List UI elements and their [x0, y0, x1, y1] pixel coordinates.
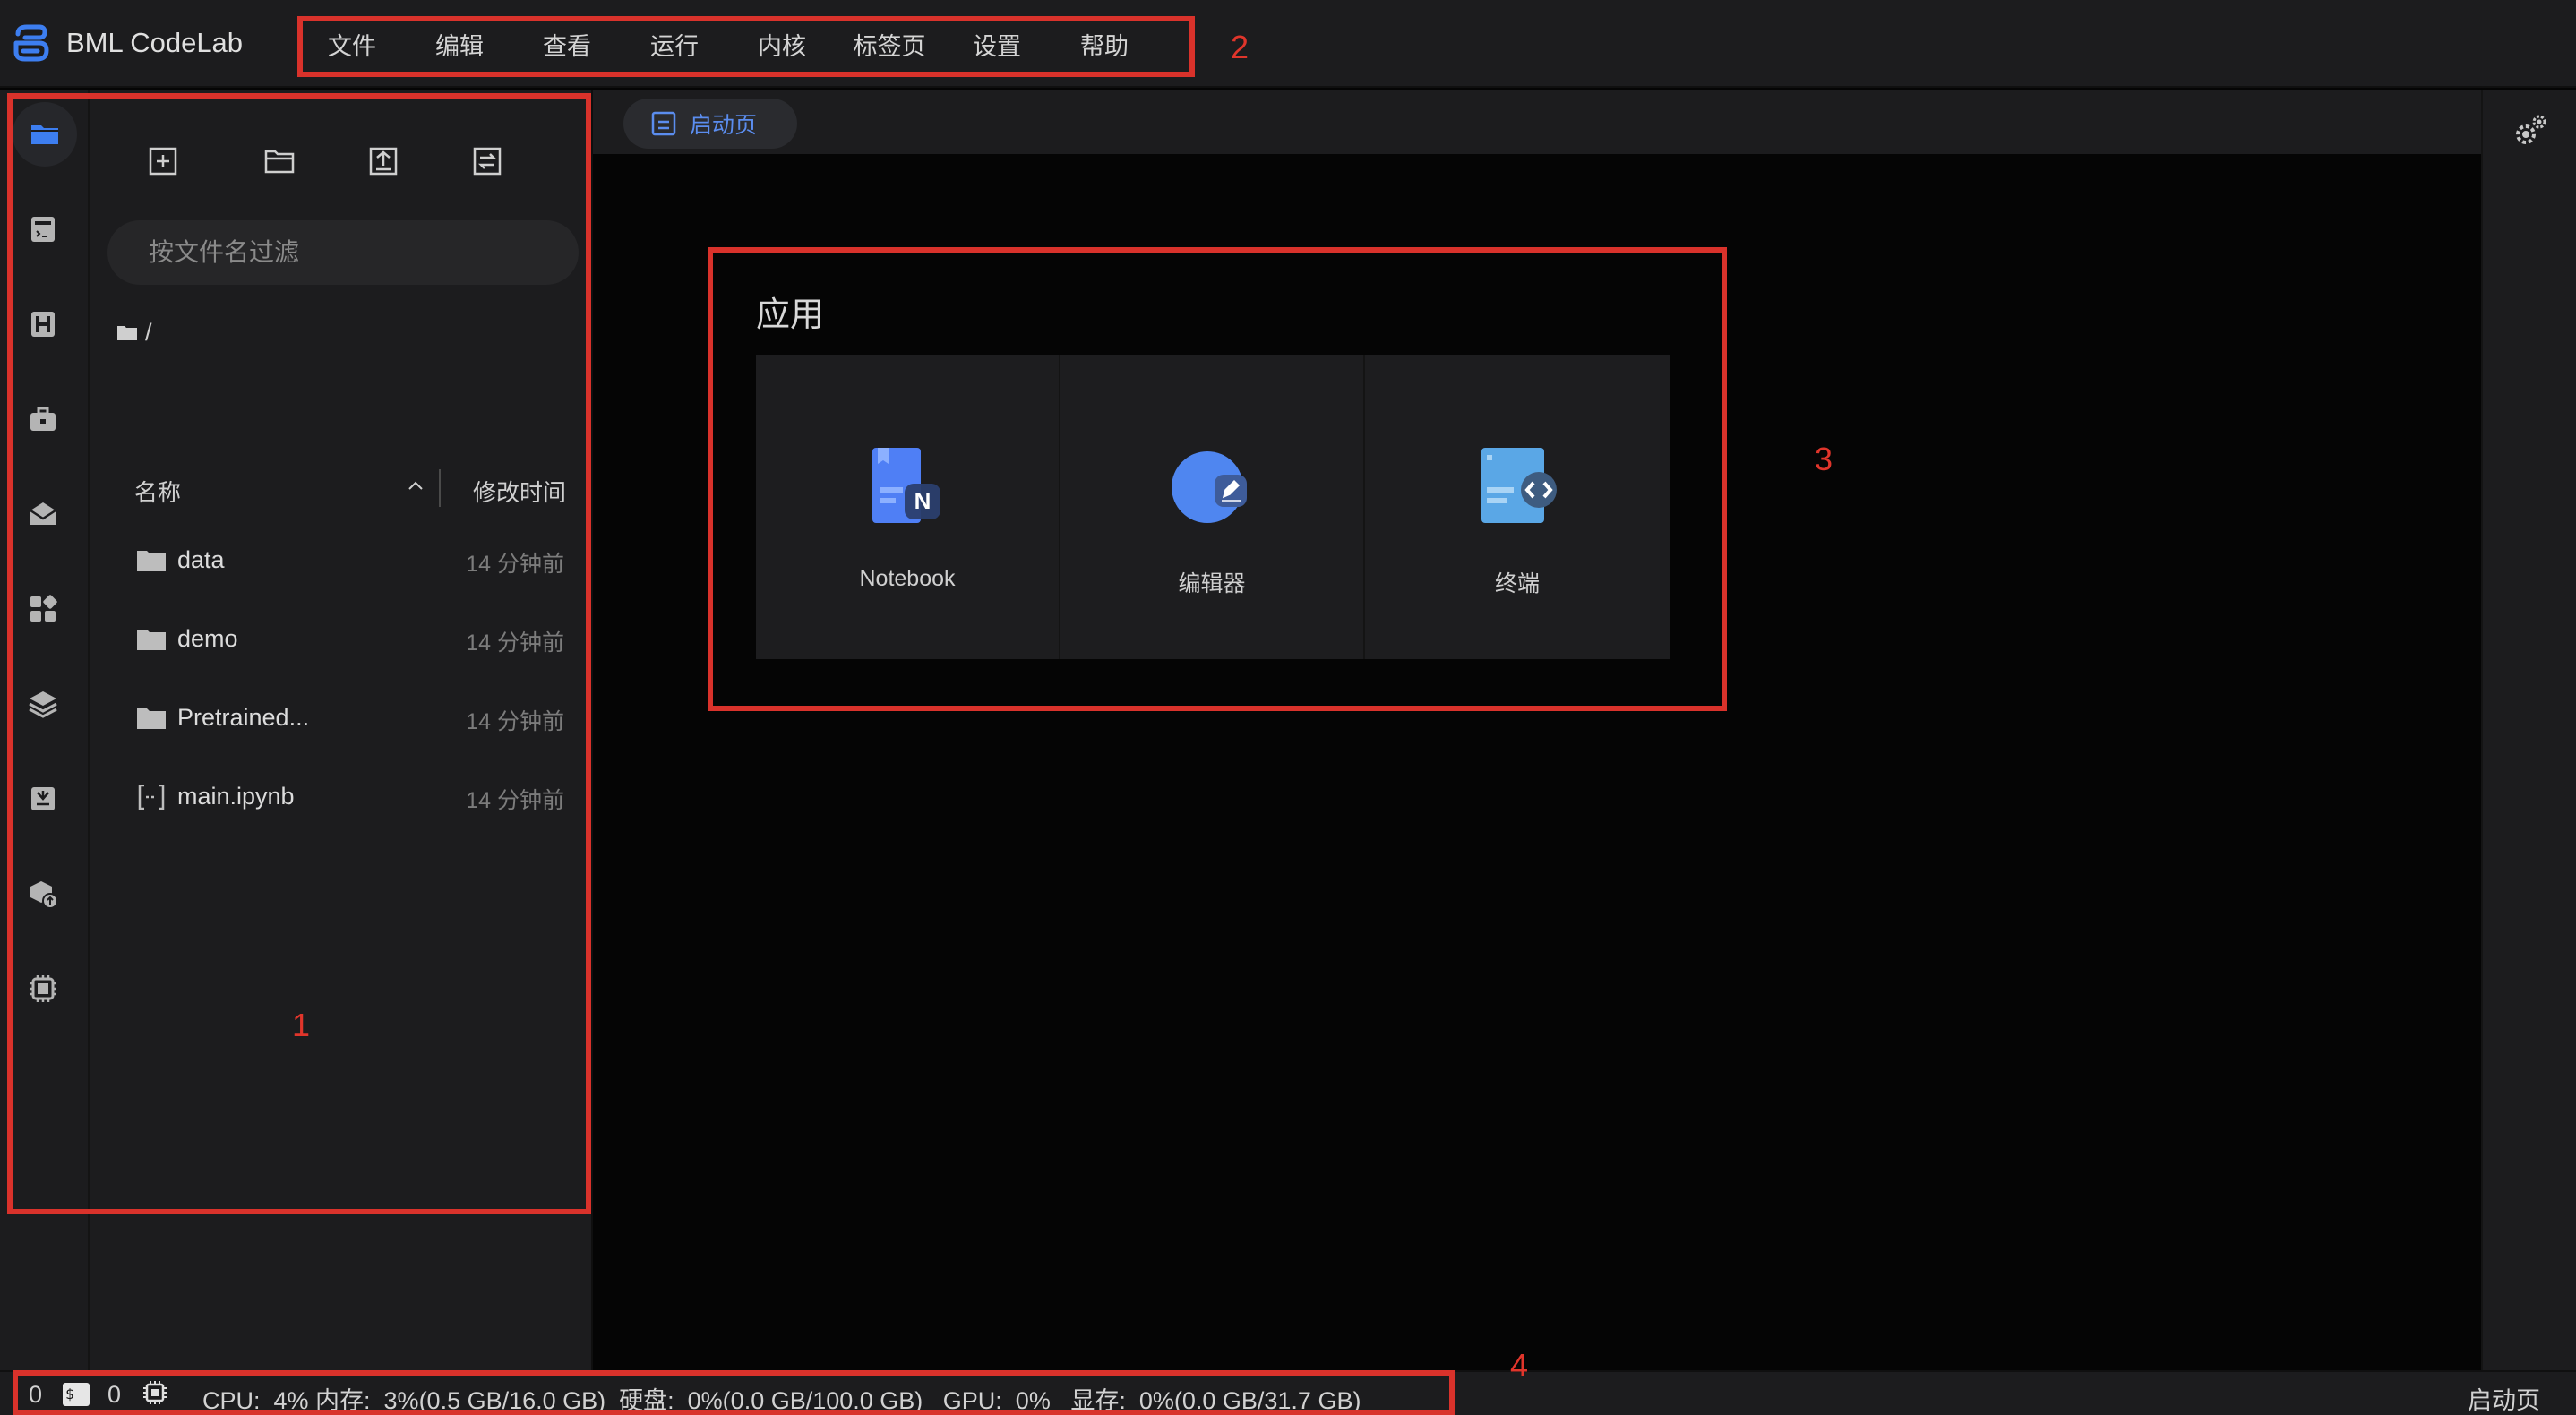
file-modified-time: 14 分钟前 — [466, 630, 564, 656]
mail-icon — [30, 502, 56, 525]
download-icon — [31, 787, 55, 810]
editor-app-icon — [1172, 451, 1247, 523]
upload-button[interactable] — [358, 136, 408, 186]
current-activity-label: 启动页 — [2468, 1387, 2540, 1414]
svg-text:N: N — [914, 487, 932, 514]
file-row-pretrained[interactable]: Pretrained... 14 分钟前 — [136, 682, 600, 754]
terminal-count[interactable]: 0 — [29, 1381, 42, 1409]
folder-icon — [137, 630, 166, 650]
tab-label: 启动页 — [690, 113, 758, 138]
activity-bar — [0, 90, 90, 1370]
menu-run[interactable]: 运行 — [621, 18, 728, 75]
chip-icon — [30, 975, 56, 1002]
refresh-button[interactable] — [462, 136, 512, 186]
file-name: demo — [177, 625, 238, 652]
toolbox-tab[interactable] — [16, 392, 70, 446]
new-launcher-icon — [149, 147, 177, 176]
annotation-label-3: 3 — [1815, 441, 1833, 477]
download-tab[interactable] — [16, 772, 70, 826]
file-browser-tab[interactable] — [13, 102, 77, 167]
folder-small-icon — [117, 325, 137, 340]
terminal-app-icon — [1481, 448, 1557, 523]
folder-icon — [137, 551, 166, 571]
new-launcher-button[interactable] — [138, 136, 188, 186]
menu-view[interactable]: 查看 — [513, 18, 621, 75]
app-title: BML CodeLab — [66, 27, 244, 58]
column-divider[interactable] — [439, 469, 441, 507]
upload-icon — [369, 147, 398, 176]
menu-help[interactable]: 帮助 — [1051, 18, 1158, 75]
file-filter-input[interactable] — [107, 220, 579, 285]
menu-kernel[interactable]: 内核 — [728, 18, 836, 75]
messages-tab[interactable] — [16, 487, 70, 541]
dataset-tab[interactable] — [16, 297, 70, 351]
card-label: Notebook — [859, 566, 956, 591]
notebook-file-icon — [138, 785, 165, 810]
layers-icon — [29, 691, 57, 718]
card-label: 编辑器 — [1178, 571, 1246, 596]
apps-tab[interactable] — [16, 582, 70, 636]
package-upload-icon — [30, 881, 58, 909]
tab-launcher[interactable]: 启动页 — [623, 99, 797, 149]
menu-settings[interactable]: 设置 — [943, 18, 1051, 75]
package-upload-tab[interactable] — [16, 867, 70, 921]
annotation-label-4: 4 — [1510, 1347, 1529, 1384]
sort-ascending-icon[interactable] — [405, 475, 426, 496]
annotation-label-2: 2 — [1231, 29, 1249, 65]
file-row-main-ipynb[interactable]: main.ipynb 14 分钟前 — [136, 761, 600, 833]
file-modified-time: 14 分钟前 — [466, 788, 564, 813]
main-menu: 文件 编辑 查看 运行 内核 标签页 设置 帮助 — [298, 18, 1158, 75]
resources-tab[interactable] — [16, 962, 70, 1016]
status-bar: 0 $_ 0 CPU: 4% 内存: 3%(0.5 GB/16.0 GB) 硬盘… — [0, 1370, 2576, 1415]
breadcrumb[interactable]: / — [116, 319, 152, 347]
editor-card[interactable]: 编辑器 — [1060, 355, 1365, 659]
refresh-icon — [473, 147, 502, 176]
tab-strip: 启动页 — [593, 90, 2481, 154]
file-row-demo[interactable]: demo 14 分钟前 — [136, 604, 600, 675]
notebook-list-icon — [31, 217, 55, 242]
notebook-card[interactable]: N Notebook — [756, 355, 1060, 659]
toolbox-icon — [30, 407, 56, 431]
file-row-data[interactable]: data 14 分钟前 — [136, 525, 600, 596]
terminal-icon[interactable]: $_ — [63, 1383, 90, 1406]
breadcrumb-root[interactable]: / — [145, 319, 152, 347]
menu-edit[interactable]: 编辑 — [406, 18, 513, 75]
menu-file[interactable]: 文件 — [298, 18, 406, 75]
folder-icon — [31, 125, 58, 144]
chip-icon[interactable] — [142, 1379, 168, 1406]
file-list-header: 名称 修改时间 — [134, 462, 600, 516]
bml-logo-icon — [13, 24, 49, 62]
section-title: 应用 — [756, 296, 825, 334]
notebook-list-tab[interactable] — [16, 202, 70, 256]
app-cards: N Notebook 编辑器 终端 — [756, 355, 1670, 659]
layers-tab[interactable] — [16, 677, 70, 731]
column-name-header[interactable]: 名称 — [134, 475, 181, 508]
file-modified-time: 14 分钟前 — [466, 552, 564, 577]
folder-icon — [137, 708, 166, 729]
file-browser-panel: / 名称 修改时间 data 14 分钟前 demo 14 分钟前 Pretra… — [90, 90, 593, 1370]
file-name: data — [177, 546, 225, 573]
resource-metrics: CPU: 4% 内存: 3%(0.5 GB/16.0 GB) 硬盘: 0%(0.… — [202, 1387, 1361, 1414]
file-modified-time: 14 分钟前 — [466, 709, 564, 734]
card-label: 终端 — [1494, 571, 1540, 596]
annotation-label-1: 1 — [292, 1007, 311, 1043]
new-folder-button[interactable] — [254, 136, 305, 186]
notebook-app-icon: N — [872, 448, 940, 523]
right-sidebar — [2481, 90, 2576, 1370]
terminal-card[interactable]: 终端 — [1365, 355, 1670, 659]
file-name: main.ipynb — [177, 783, 295, 810]
launcher-panel: 应用 N Notebook 编辑器 终端 — [593, 154, 2481, 1370]
column-modified-header[interactable]: 修改时间 — [473, 475, 566, 508]
kernel-count[interactable]: 0 — [107, 1381, 121, 1409]
dataset-icon — [31, 312, 55, 337]
apps-icon — [30, 595, 57, 622]
new-folder-icon — [264, 150, 295, 174]
gear-icon[interactable] — [2513, 113, 2549, 149]
menu-tabs[interactable]: 标签页 — [836, 18, 943, 75]
file-name: Pretrained... — [177, 704, 310, 731]
launcher-tab-icon — [651, 111, 676, 136]
top-menu-bar: BML CodeLab 文件 编辑 查看 运行 内核 标签页 设置 帮助 — [0, 0, 2576, 88]
